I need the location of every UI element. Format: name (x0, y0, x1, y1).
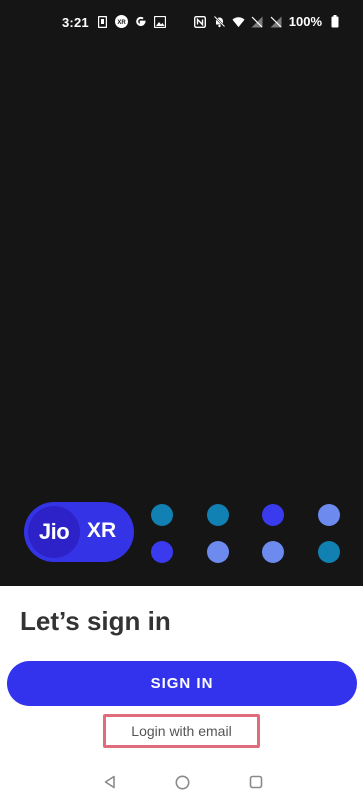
status-right-icons: 100% (194, 14, 341, 29)
battery-percent: 100% (288, 14, 322, 29)
svg-text:XR: XR (117, 20, 126, 26)
home-icon[interactable] (172, 772, 192, 792)
bell-off-icon (213, 15, 226, 28)
sign-in-button[interactable]: SIGN IN (7, 661, 357, 706)
decorative-dot-4 (318, 504, 340, 526)
navigation-bar (0, 764, 363, 804)
wifi-icon (232, 15, 245, 28)
jio-xr-logo: Jio XR (24, 502, 134, 562)
decorative-dot-7 (262, 541, 284, 563)
back-icon[interactable] (100, 772, 120, 792)
decorative-dot-2 (207, 504, 229, 526)
signal-off-icon-2 (270, 15, 283, 28)
decorative-dot-6 (207, 541, 229, 563)
sheet-title: Let’s sign in (20, 606, 171, 636)
signal-off-icon (251, 15, 264, 28)
app-screen: 3:21 XR 100% Jio XR Let’s sign in SIGN I… (0, 0, 363, 804)
image-icon (153, 15, 166, 28)
decorative-dot-3 (262, 504, 284, 526)
decorative-dot-1 (151, 504, 173, 526)
decorative-dot-5 (151, 541, 173, 563)
google-icon (134, 15, 147, 28)
xr-app-icon: XR (115, 15, 128, 28)
battery-icon (328, 15, 341, 28)
status-bar: 3:21 XR 100% (0, 0, 363, 44)
recents-icon[interactable] (246, 772, 266, 792)
status-left-icons: XR (96, 15, 166, 28)
logo-xr-text: XR (87, 519, 117, 542)
decorative-dot-8 (318, 541, 340, 563)
nfc-icon (194, 15, 207, 28)
login-with-email-link[interactable]: Login with email (103, 714, 260, 748)
logo-jio-circle: Jio (28, 506, 80, 558)
brand-row: Jio XR (0, 496, 363, 574)
sim-card-icon (96, 15, 109, 28)
status-time: 3:21 (62, 15, 89, 30)
